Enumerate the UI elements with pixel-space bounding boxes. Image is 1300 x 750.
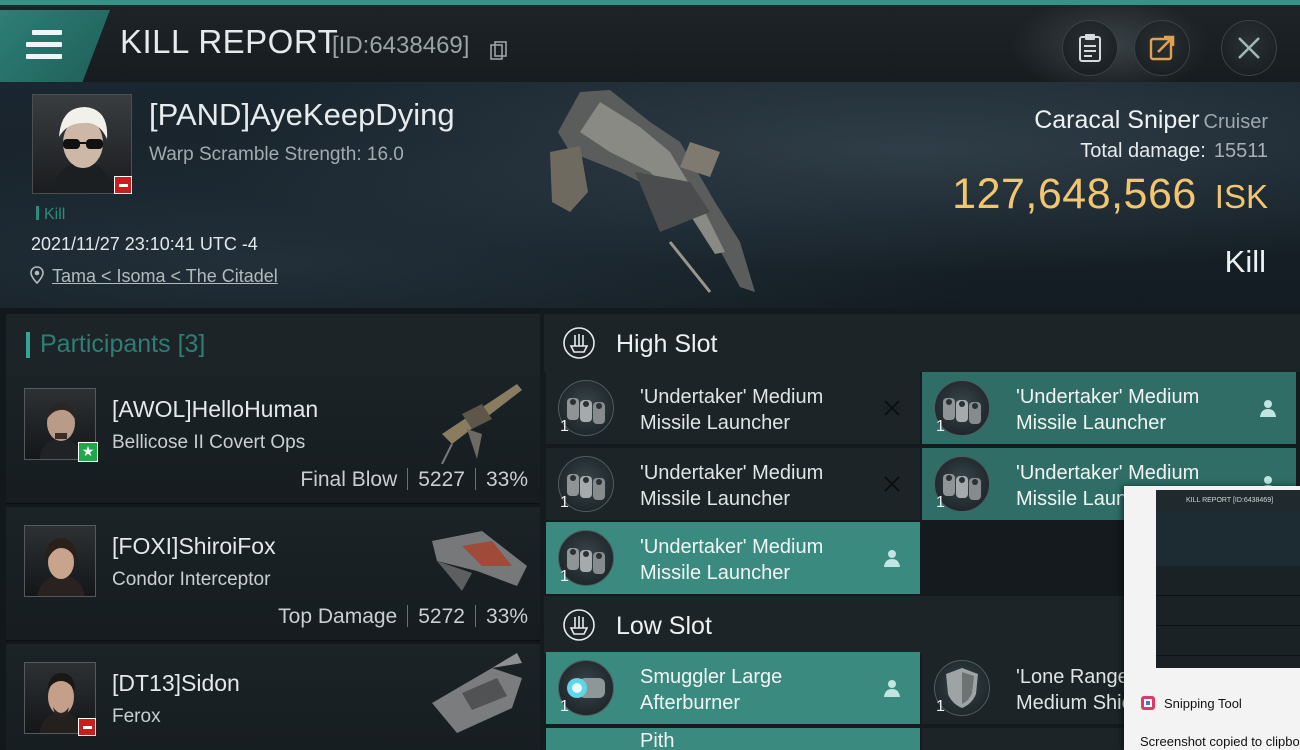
participant-name[interactable]: [DT13]Sidon [112, 670, 240, 697]
isk-amount: 127,648,566 [952, 170, 1197, 218]
victim-name[interactable]: [PAND]AyeKeepDying [149, 97, 455, 133]
high-slot-header: High Slot [544, 314, 1300, 372]
module-item[interactable]: 1 'Undertaker' Medium Missile Launcher [546, 448, 920, 520]
ship-name: Caracal Sniper [1034, 106, 1200, 134]
participant-row[interactable]: [FOXI]ShiroiFox Condor Interceptor Top D… [6, 507, 540, 641]
snipping-tool-notification[interactable]: KILL REPORT [ID:6438469] Snipping Tool S… [1124, 486, 1300, 750]
victim-summary: [PAND]AyeKeepDying Warp Scramble Strengt… [0, 82, 1300, 308]
module-quantity: 1 [560, 494, 569, 511]
total-damage-label: Total damage: [1080, 140, 1206, 162]
module-quantity: 1 [560, 698, 569, 715]
module-quantity: 1 [560, 568, 569, 585]
participant-name[interactable]: [AWOL]HelloHuman [112, 396, 318, 423]
thumbnail-hero [1156, 512, 1300, 566]
share-button[interactable] [1134, 20, 1190, 76]
module-quantity: 1 [560, 418, 569, 435]
participant-percent: 33% [485, 468, 528, 491]
person-icon [1260, 400, 1276, 417]
module-item[interactable]: 1 Smuggler Large Afterburner [546, 652, 920, 724]
report-id: [ID:6438469] [332, 32, 470, 59]
participants-header: Participants [3] [6, 314, 540, 370]
ship-image [441, 384, 522, 464]
warp-scramble-strength: Warp Scramble Strength: 16.0 [149, 144, 404, 165]
kill-location[interactable]: Tama < Isoma < The Citadel [30, 266, 278, 287]
kill-result: Kill [1224, 244, 1266, 279]
high-slot-icon [563, 327, 595, 359]
close-icon [1238, 37, 1260, 59]
participant-row[interactable]: ★ [AWOL]HelloHuman Bellicose II Covert O… [6, 370, 540, 504]
star-badge-icon: ★ [78, 442, 98, 462]
module-item[interactable]: 1 'Undertaker' Medium Missile Launcher [922, 372, 1296, 444]
ship-image [432, 653, 522, 733]
participant-ship: Bellicose II Covert Ops [112, 432, 306, 453]
clipboard-button[interactable] [1062, 20, 1118, 76]
snipping-tool-app-name: Snipping Tool [1164, 696, 1242, 711]
participant-ship: Ferox [112, 706, 161, 727]
location-link[interactable]: Tama < Isoma < The Citadel [52, 266, 278, 286]
thumbnail-row [1156, 626, 1300, 656]
victim-ship[interactable]: Caracal Sniper Cruiser [1034, 106, 1268, 135]
module-name: 'Undertaker' Medium Missile Launcher [640, 462, 824, 510]
portrait-image [37, 538, 85, 596]
menu-icon [26, 30, 62, 66]
module-name: Pith [640, 730, 675, 750]
module-name: 'Undertaker' Medium Missile Launcher [640, 536, 824, 584]
module-name: Smuggler Large Afterburner [640, 666, 783, 714]
total-damage-value: 15511 [1213, 140, 1268, 162]
screenshot-thumbnail[interactable]: KILL REPORT [ID:6438469] [1156, 490, 1300, 668]
high-slot-label: High Slot [616, 330, 718, 358]
module-item[interactable]: 1 'Undertaker' Medium Missile Launcher [546, 372, 920, 444]
participant-role: Final Blow [300, 468, 398, 491]
ship-image [432, 531, 527, 591]
close-button[interactable] [1221, 20, 1277, 76]
participant-percent: 33% [485, 605, 528, 628]
standing-badge-negative [78, 718, 96, 736]
participant-damage: 5272 [418, 605, 465, 628]
participant-stats: Top Damage 5272 33% [278, 605, 528, 629]
ship-image [550, 90, 755, 293]
ship-class: Cruiser [1203, 111, 1268, 133]
module-name: 'Undertaker' Medium Missile Launcher [640, 386, 824, 434]
participants-label: Participants [40, 330, 171, 358]
title-bar: KILL REPORT [ID:6438469] [0, 0, 1300, 95]
standing-badge-negative [114, 176, 132, 194]
isk-value: 127,648,566 ISK [952, 170, 1268, 219]
module-name: 'Undertaker' Medium Missile Launcher [1016, 386, 1200, 434]
kill-tag: Kill [36, 206, 65, 224]
participants-count: [3] [177, 330, 206, 358]
page-title: KILL REPORT [120, 23, 339, 60]
module-quantity: 1 [936, 418, 945, 435]
low-slot-label: Low Slot [616, 612, 712, 640]
participant-row[interactable]: [DT13]Sidon Ferox [6, 644, 540, 750]
thumbnail-row [1156, 566, 1300, 596]
low-slot-icon [563, 609, 595, 641]
isk-unit: ISK [1214, 178, 1268, 215]
snipping-tool-icon [1141, 696, 1155, 710]
participant-role: Top Damage [278, 605, 398, 628]
participant-avatar[interactable] [24, 525, 96, 597]
destroyed-icon [884, 400, 900, 416]
share-icon [1149, 35, 1175, 61]
snipping-tool-message: Screenshot copied to clipboard [1140, 734, 1300, 749]
person-icon [884, 680, 900, 697]
participant-name[interactable]: [FOXI]ShiroiFox [112, 533, 276, 560]
thumbnail-row [1156, 596, 1300, 626]
location-pin-icon [30, 266, 44, 284]
module-quantity: 1 [936, 698, 945, 715]
module-item[interactable]: Pith [546, 728, 920, 750]
destroyed-icon [884, 476, 900, 492]
participants-panel: Participants [3] ★ [AWOL]HelloHuman Bell… [0, 308, 540, 750]
thumbnail-title: KILL REPORT [ID:6438469] [1156, 490, 1300, 512]
participant-stats: Final Blow 5227 33% [300, 468, 528, 492]
menu-button[interactable] [0, 10, 110, 82]
clipboard-icon [1079, 34, 1101, 62]
participant-damage: 5227 [418, 468, 465, 491]
kill-datetime: 2021/11/27 23:10:41 UTC -4 [31, 234, 258, 254]
module-quantity: 1 [936, 494, 945, 511]
module-item[interactable]: 1 'Undertaker' Medium Missile Launcher [546, 522, 920, 594]
total-damage: Total damage: 15511 [1080, 140, 1268, 163]
copy-icon[interactable] [490, 41, 508, 61]
person-icon [884, 550, 900, 567]
participant-ship: Condor Interceptor [112, 569, 271, 590]
